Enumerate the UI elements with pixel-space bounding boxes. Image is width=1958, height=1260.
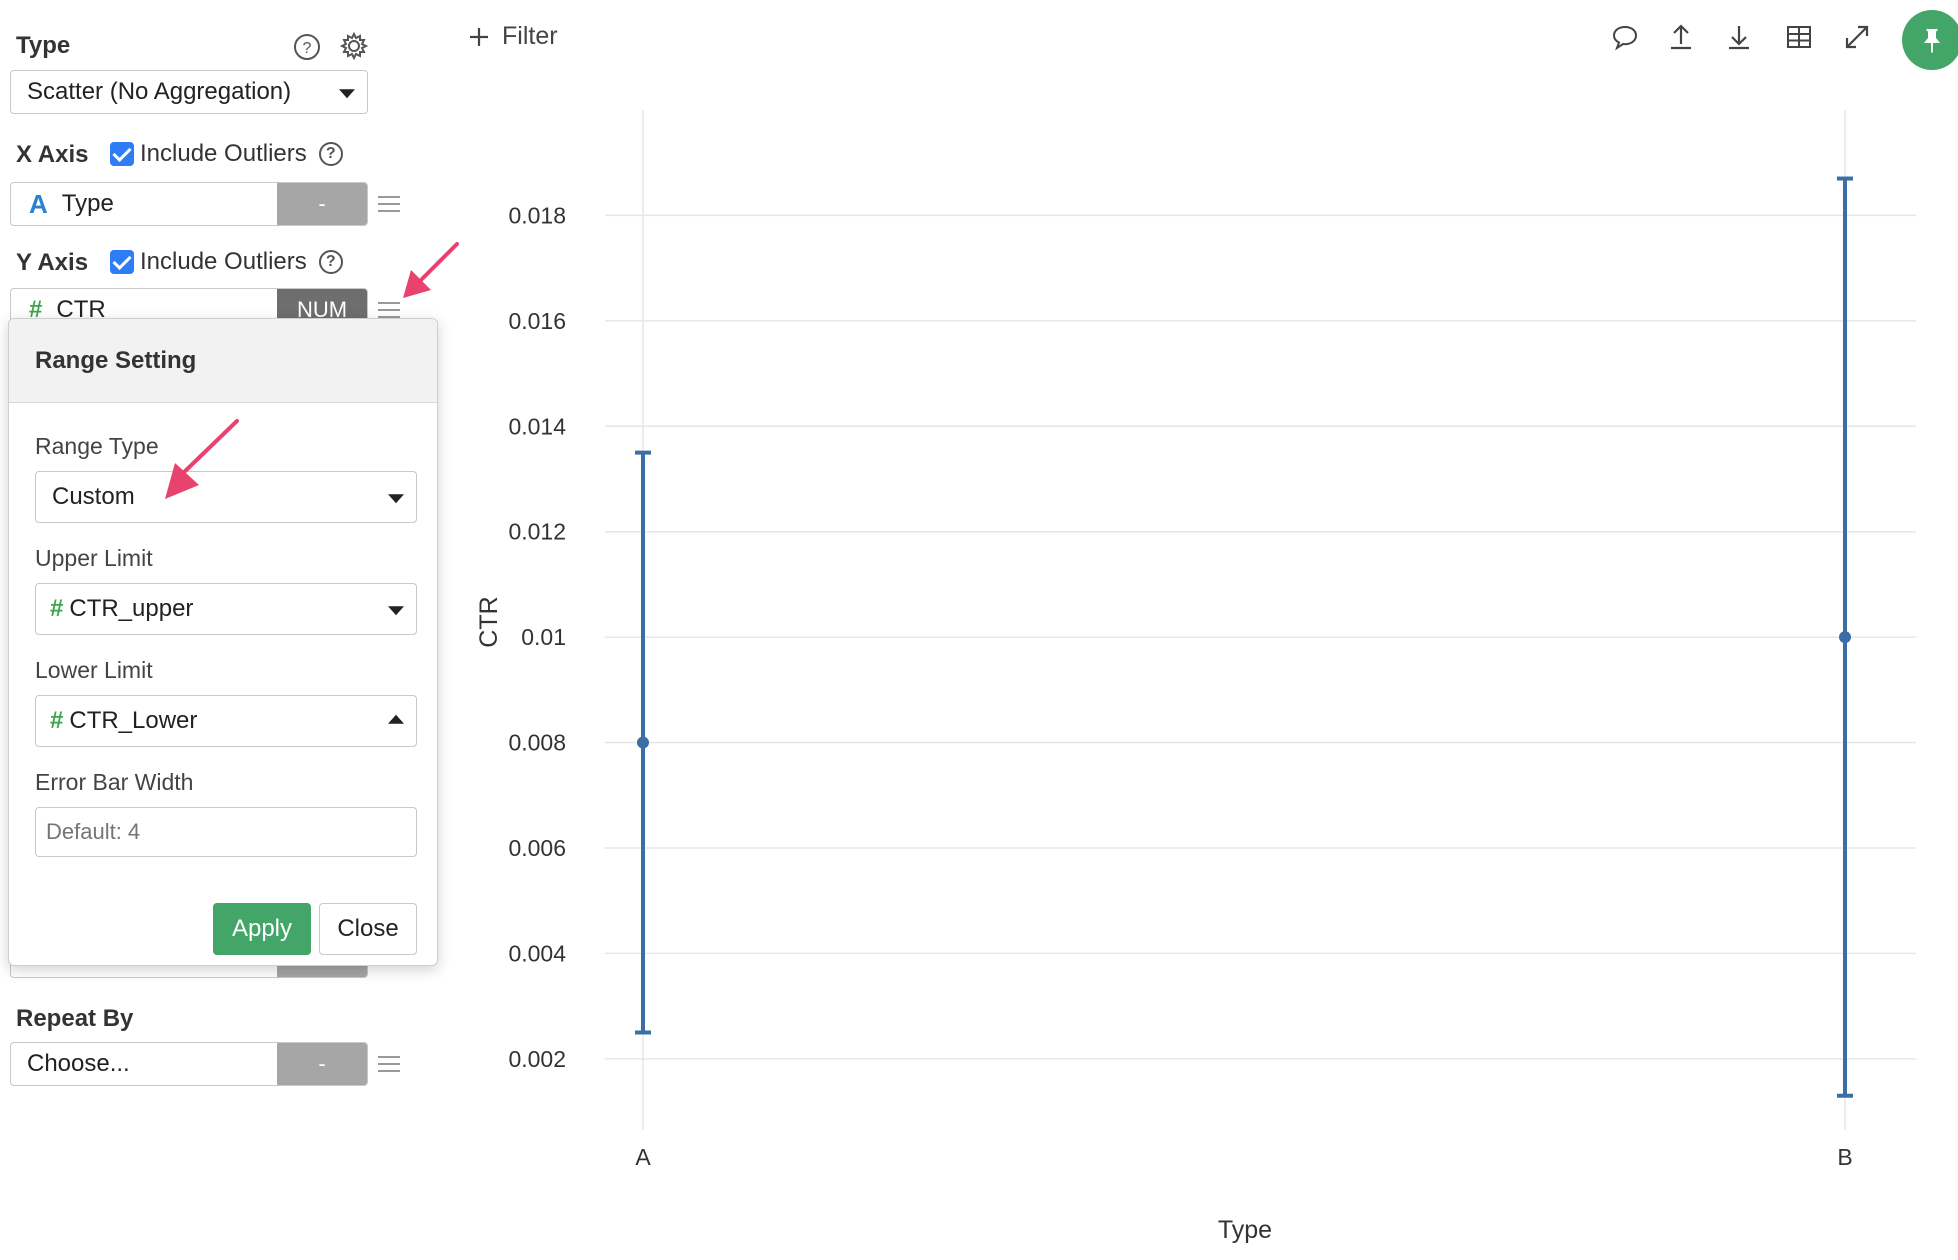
close-button[interactable]: Close bbox=[319, 903, 417, 955]
range-type-value: Custom bbox=[52, 483, 135, 510]
lower-limit-value: CTR_Lower bbox=[69, 707, 198, 734]
filter-label: Filter bbox=[502, 22, 558, 50]
error-bar-width-label: Error Bar Width bbox=[35, 769, 194, 795]
repeat-by-menu-icon[interactable] bbox=[378, 1056, 400, 1072]
number-type-icon: # bbox=[50, 707, 64, 734]
help-icon[interactable]: ? bbox=[318, 250, 343, 274]
plus-icon bbox=[470, 27, 488, 46]
comment-icon[interactable] bbox=[1608, 20, 1642, 54]
x-include-outliers[interactable]: Include Outliers ? bbox=[110, 140, 343, 168]
svg-text:?: ? bbox=[303, 40, 312, 57]
range-setting-popover: Range Setting Range Type Custom Upper Li… bbox=[8, 318, 438, 966]
upper-limit-value: CTR_upper bbox=[69, 595, 194, 622]
y-tick-label: 0.004 bbox=[508, 940, 566, 966]
x-axis-label: X Axis bbox=[16, 141, 89, 168]
y-include-outliers-label: Include Outliers bbox=[140, 248, 307, 275]
y-tick-label: 0.014 bbox=[508, 413, 566, 439]
popover-title: Range Setting bbox=[9, 319, 437, 403]
help-icon[interactable]: ? bbox=[318, 142, 343, 166]
repeat-by-field[interactable]: Choose... - bbox=[10, 1042, 368, 1086]
x-axis-title: Type bbox=[1218, 1216, 1272, 1244]
chevron-down-icon bbox=[339, 89, 355, 99]
pin-button[interactable] bbox=[1902, 10, 1958, 70]
chevron-down-icon bbox=[388, 494, 404, 504]
data-point bbox=[1839, 631, 1851, 644]
table-icon[interactable] bbox=[1782, 20, 1816, 54]
lower-limit-select[interactable]: # CTR_Lower bbox=[35, 695, 417, 747]
y-axis-label: Y Axis bbox=[16, 249, 89, 276]
repeat-by-label: Repeat By bbox=[16, 1005, 134, 1032]
error-bar-chart: 0.002 0.004 0.006 0.008 0.01 0.012 0.014 0.016 0… bbox=[475, 110, 1916, 1244]
expand-icon[interactable] bbox=[1840, 20, 1874, 54]
repeat-by-field-name: Choose... bbox=[27, 1050, 130, 1077]
upper-limit-label: Upper Limit bbox=[35, 545, 153, 571]
y-axis-title: CTR bbox=[475, 596, 503, 647]
upload-icon[interactable] bbox=[1664, 20, 1698, 54]
y-tick-label: 0.006 bbox=[508, 835, 566, 861]
x-include-outliers-checkbox[interactable] bbox=[110, 142, 134, 166]
data-point bbox=[637, 736, 649, 749]
text-type-icon: A bbox=[29, 188, 48, 219]
y-tick-label: 0.016 bbox=[508, 308, 566, 334]
chart-type-value: Scatter (No Aggregation) bbox=[27, 78, 292, 105]
x-axis-field[interactable]: A Type - bbox=[10, 182, 368, 226]
error-bar-width-input[interactable] bbox=[35, 807, 417, 857]
y-tick-label: 0.002 bbox=[508, 1046, 566, 1072]
apply-button[interactable]: Apply bbox=[213, 903, 311, 955]
pin-icon bbox=[1924, 29, 1940, 53]
chart-type-select[interactable]: Scatter (No Aggregation) bbox=[10, 70, 368, 114]
y-tick-label: 0.018 bbox=[508, 202, 566, 228]
x-include-outliers-label: Include Outliers bbox=[140, 140, 307, 167]
x-tick-label: B bbox=[1837, 1144, 1852, 1170]
upper-limit-select[interactable]: # CTR_upper bbox=[35, 583, 417, 635]
number-type-icon: # bbox=[50, 595, 64, 622]
lower-limit-label: Lower Limit bbox=[35, 657, 153, 683]
x-tick-label: A bbox=[635, 1144, 651, 1170]
chevron-down-icon bbox=[388, 606, 404, 616]
type-label: Type bbox=[16, 32, 71, 59]
chevron-up-icon bbox=[388, 714, 404, 724]
y-tick-label: 0.008 bbox=[508, 730, 566, 756]
y-tick-label: 0.012 bbox=[508, 519, 566, 545]
y-include-outliers-checkbox[interactable] bbox=[110, 250, 134, 274]
filter-button[interactable]: Filter bbox=[468, 22, 558, 51]
repeat-by-field-type[interactable]: - bbox=[277, 1043, 367, 1085]
x-axis-field-type[interactable]: - bbox=[277, 183, 367, 225]
y-tick-label: 0.01 bbox=[521, 624, 566, 650]
download-icon[interactable] bbox=[1722, 20, 1756, 54]
gear-icon[interactable] bbox=[338, 30, 370, 62]
y-include-outliers[interactable]: Include Outliers ? bbox=[110, 248, 343, 276]
help-icon[interactable]: ? bbox=[292, 32, 322, 62]
x-axis-field-name: Type bbox=[61, 190, 114, 217]
range-type-label: Range Type bbox=[35, 433, 159, 459]
x-axis-menu-icon[interactable] bbox=[378, 196, 400, 212]
annotation-arrow-icon bbox=[165, 419, 239, 499]
